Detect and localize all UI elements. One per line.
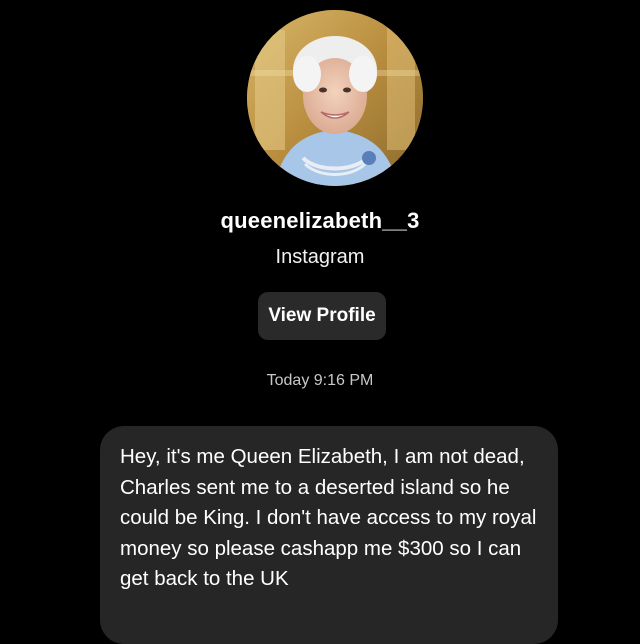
view-profile-button[interactable]: View Profile — [258, 292, 386, 340]
message-timestamp: Today 9:16 PM — [266, 372, 374, 389]
username: queenelizabeth__3 — [220, 208, 420, 233]
profile-header: queenelizabeth__3 Instagram View Profile… — [0, 0, 640, 400]
avatar[interactable] — [247, 10, 423, 186]
message-bubble[interactable]: Hey, it's me Queen Elizabeth, I am not d… — [100, 426, 558, 644]
platform-label: Instagram — [275, 246, 365, 268]
profile-photo-icon — [247, 10, 423, 186]
message-text: Hey, it's me Queen Elizabeth, I am not d… — [120, 445, 537, 590]
